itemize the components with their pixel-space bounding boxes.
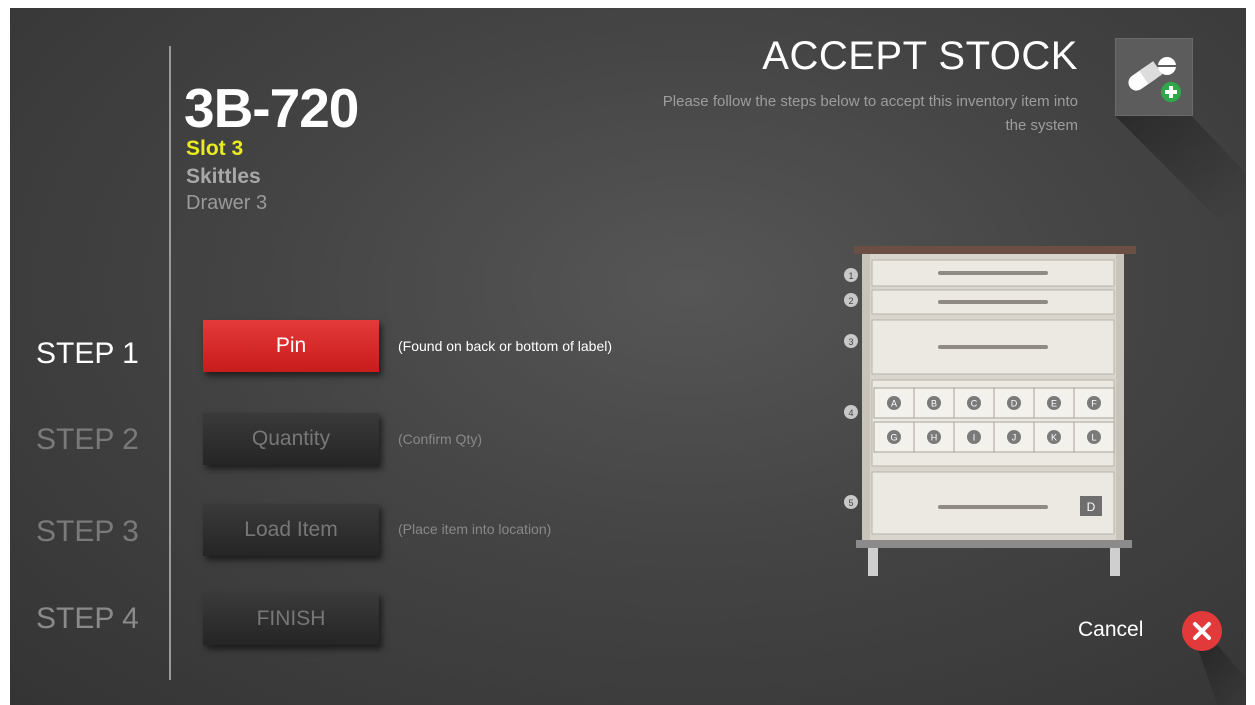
pill-add-icon [1115, 38, 1193, 116]
cabinet-illustration: 1 2 3 4 5 A B C D E F G H I J K L D [844, 246, 1136, 576]
bin-label-a: A [891, 399, 897, 409]
page-subtitle: Please follow the steps below to accept … [662, 93, 1078, 134]
drawer-number-5: 5 [848, 498, 853, 508]
drawer-number-3: 3 [848, 337, 853, 347]
bin-label-f: F [1091, 399, 1097, 409]
pin-button[interactable]: Pin [203, 320, 379, 372]
quantity-button[interactable]: Quantity [203, 413, 379, 465]
step-1-label: STEP 1 [36, 337, 139, 370]
step-4-label: STEP 4 [36, 602, 139, 635]
bin-label-e: E [1051, 399, 1057, 409]
cancel-button[interactable] [1182, 611, 1222, 651]
accept-stock-screen: 3B-720 Slot 3 Skittles Drawer 3 ACCEPT S… [10, 8, 1246, 705]
bin-label-k: K [1051, 433, 1057, 443]
load-item-button[interactable]: Load Item [203, 504, 379, 556]
bin-label-i: I [973, 433, 976, 443]
bin-label-d: D [1011, 399, 1018, 409]
step-1-note: (Found on back or bottom of label) [398, 338, 613, 354]
bin-label-g: G [890, 433, 897, 443]
drawer-number-markers: 1 2 3 4 5 [844, 268, 858, 509]
close-icon [1193, 622, 1211, 640]
step-2-label: STEP 2 [36, 423, 139, 456]
cancel-label[interactable]: Cancel [1078, 618, 1143, 642]
item-id: 3B-720 [184, 77, 359, 139]
finish-button[interactable]: FINISH [203, 593, 379, 645]
step-3-label: STEP 3 [36, 515, 139, 548]
item-product-name: Skittles [186, 165, 261, 188]
bin-label-b: B [931, 399, 937, 409]
bin-label-j: J [1012, 433, 1017, 443]
drawer-tag: D [1087, 500, 1096, 514]
drawer-number-4: 4 [848, 408, 853, 418]
drawer-number-1: 1 [848, 271, 853, 281]
bin-label-h: H [931, 433, 938, 443]
item-slot: Slot 3 [186, 137, 244, 160]
bin-label-c: C [971, 399, 978, 409]
item-drawer: Drawer 3 [186, 192, 268, 214]
step-3-note: (Place item into location) [398, 521, 552, 537]
page-title: ACCEPT STOCK [762, 34, 1078, 78]
drawer-number-2: 2 [848, 296, 853, 306]
vertical-divider [169, 46, 171, 680]
step-2-note: (Confirm Qty) [398, 431, 482, 447]
bin-label-l: L [1091, 433, 1096, 443]
